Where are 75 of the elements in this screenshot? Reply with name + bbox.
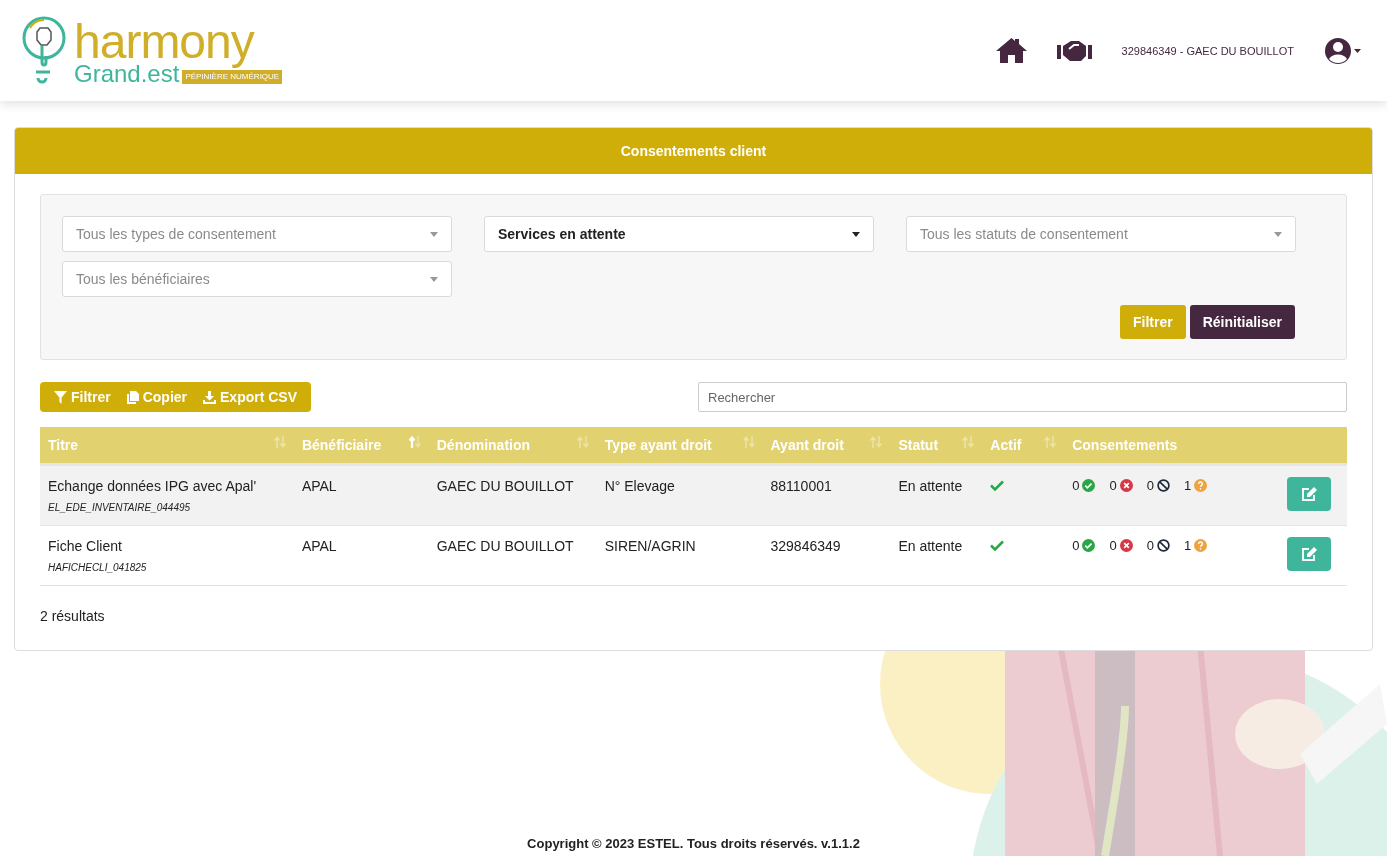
table-cell: 329846349	[770, 538, 841, 554]
table-cell: En attente	[898, 478, 963, 494]
consent-count: 0	[1146, 538, 1154, 553]
filter-icon	[54, 390, 67, 404]
column-header[interactable]: Dénomination	[428, 427, 597, 465]
cross-circle-icon	[1119, 539, 1133, 552]
account-label: 329846349 - GAEC DU BOUILLOT	[1121, 44, 1294, 57]
search-field[interactable]: Rechercher	[698, 382, 1347, 412]
column-header[interactable]: Bénéficiaire	[293, 427, 429, 465]
filter-select[interactable]: Services en attente	[484, 216, 874, 252]
download-button[interactable]: Export CSV	[195, 382, 306, 412]
sort-icon[interactable]	[962, 436, 975, 448]
copy-icon	[126, 390, 139, 404]
consent-count: 0	[1146, 478, 1154, 493]
consent-count: 0	[1109, 538, 1117, 553]
results-count: 2 résultats	[40, 608, 106, 624]
code-label: HAFICHECLI_041825	[48, 562, 148, 573]
title-cell: Echange données IPG avec Apal'	[48, 478, 257, 494]
question-circle-icon	[1194, 479, 1208, 492]
sort-icon[interactable]	[742, 436, 755, 448]
question-circle-icon	[1194, 539, 1208, 552]
sort-icon[interactable]	[408, 436, 421, 448]
ban-icon	[1156, 539, 1170, 552]
filter-button[interactable]: Filtrer	[1119, 305, 1186, 339]
edit-button[interactable]	[1287, 537, 1331, 571]
column-header[interactable]: Actif	[982, 427, 1065, 465]
column-header[interactable]: Consentements	[1064, 427, 1279, 465]
consent-count: 0	[1072, 538, 1080, 553]
ban-icon	[1156, 479, 1170, 492]
table-cell: GAEC DU BOUILLOT	[436, 478, 574, 494]
code-label: EL_EDE_INVENTAIRE_044495	[48, 502, 192, 513]
check-circle-icon	[1082, 539, 1096, 552]
column-header[interactable]: Titre	[40, 427, 294, 465]
filter-select[interactable]: Tous les types de consentement	[62, 216, 452, 252]
user-menu-icon[interactable]	[1324, 36, 1361, 65]
caret-icon	[430, 276, 438, 282]
column-header[interactable]: Ayant droit	[762, 427, 891, 465]
filter-select[interactable]: Tous les statuts de consentement	[906, 216, 1296, 252]
filter-select[interactable]: Tous les bénéficiaires	[62, 261, 452, 297]
consent-count: 0	[1072, 478, 1080, 493]
consent-count: 1	[1183, 538, 1192, 553]
table-cell: GAEC DU BOUILLOT	[436, 538, 574, 554]
caret-icon	[1274, 231, 1282, 237]
logo-tagline: PÉPINIÈRE NUMÉRIQUE	[182, 69, 283, 84]
sort-icon[interactable]	[1044, 436, 1057, 448]
copy-button[interactable]: Copier	[118, 382, 196, 412]
table-cell: APAL	[301, 478, 337, 494]
sort-icon[interactable]	[273, 436, 286, 448]
table-cell: 88110001	[770, 478, 832, 494]
title-cell: Fiche Client	[48, 538, 122, 554]
logo-icon	[20, 15, 68, 86]
sort-icon[interactable]	[870, 436, 883, 448]
home-icon[interactable]	[995, 38, 1027, 63]
check-circle-icon	[1082, 479, 1096, 492]
consent-count: 1	[1183, 478, 1192, 493]
cross-circle-icon	[1119, 479, 1133, 492]
card-title: Consentements client	[15, 128, 1372, 174]
logo-wordmark: harmony	[74, 17, 256, 66]
table-cell: En attente	[898, 538, 963, 554]
consent-count: 0	[1109, 478, 1117, 493]
edit-icon	[1301, 547, 1317, 561]
filter-button[interactable]: Filtrer	[46, 382, 119, 412]
column-header[interactable]: Type ayant droit	[596, 427, 763, 465]
edit-icon	[1301, 487, 1317, 501]
column-header[interactable]: Statut	[890, 427, 983, 465]
caret-icon	[430, 231, 438, 237]
reset-button[interactable]: Réinitialiser	[1189, 305, 1295, 339]
sort-icon[interactable]	[576, 436, 589, 448]
edit-button[interactable]	[1287, 477, 1331, 511]
table-cell: SIREN/AGRIN	[604, 538, 696, 554]
table-cell: N° Elevage	[604, 478, 675, 494]
copyright-text: Copyright © 2023 ESTEL. Tous droits réservés. v.1.1.2	[527, 836, 860, 851]
download-icon	[203, 390, 217, 404]
table-cell: APAL	[301, 538, 337, 554]
caret-icon	[852, 231, 860, 237]
